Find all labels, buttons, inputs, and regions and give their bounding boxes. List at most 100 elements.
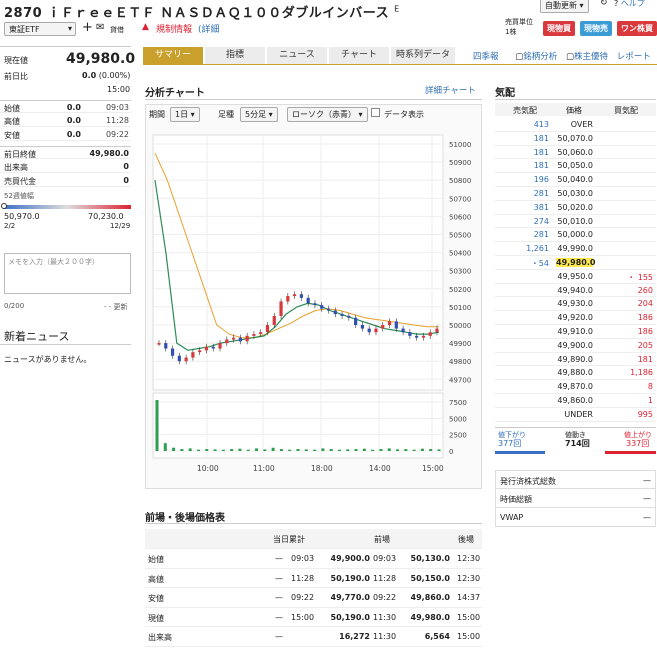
range-high-date: 12/29: [110, 222, 131, 230]
volume-bar: [155, 400, 159, 451]
time-tick-label: 15:00: [422, 464, 444, 473]
news-empty: ニュースがありません。: [4, 355, 92, 364]
stat-row: 時価総額 —: [495, 489, 656, 508]
quote-panel: 現在値 49,980.0 前日比 0.0 (0.00%) 15:00: [0, 46, 135, 94]
down-bar: [495, 451, 545, 454]
orderbook-divider: [495, 99, 656, 100]
volume-bar: [205, 449, 209, 451]
candle: [177, 355, 181, 362]
volume-bar: [279, 449, 283, 451]
volume-bar: [379, 449, 383, 451]
memo-input[interactable]: メモを入力（最大２００字）: [4, 253, 131, 294]
volume-bar: [163, 443, 167, 451]
price-tick-label: 50400: [449, 250, 471, 258]
chart-title: 分析チャート: [145, 88, 205, 99]
news-divider: [0, 344, 131, 345]
orderbook-row: 281 50,030.0: [495, 187, 656, 201]
tab-summary[interactable]: サマリー: [143, 47, 203, 64]
orderbook-row: 49,860.0 1: [495, 394, 656, 408]
market-select[interactable]: 東証ETF ▾: [4, 22, 76, 36]
price-table-row: 高値 —11:28 50,190.0 11:28 50,150.0 12:30: [145, 569, 482, 588]
tab-indicators[interactable]: 指標: [205, 47, 265, 64]
volume-bar: [230, 449, 234, 451]
orderbook-row: 49,880.0 1,186: [495, 366, 656, 381]
auto-update-select[interactable]: 自動更新 ▾: [540, 0, 589, 13]
range-label: 52週値幅: [4, 192, 34, 200]
orderbook-row: 181 50,050.0: [495, 159, 656, 174]
watch-label: 貸借: [110, 26, 124, 34]
tab-chart[interactable]: チャート: [329, 47, 389, 64]
candle: [387, 321, 392, 325]
candle: [360, 325, 365, 329]
benefit-link[interactable]: 株主優待: [574, 52, 608, 62]
add-icon[interactable]: +: [82, 20, 93, 35]
candle: [204, 346, 209, 351]
tab-timeseries[interactable]: 時系列データ: [391, 47, 455, 64]
screener-link[interactable]: 銘柄分析: [523, 52, 557, 62]
volume-bar: [221, 449, 225, 451]
spot-buy-button[interactable]: 現物買: [543, 21, 575, 36]
price-table-row: 現値 —15:00 50,190.0 11:30 49,980.0 15:00: [145, 608, 482, 627]
orderbook-row: 49,920.0 186: [495, 311, 656, 325]
one-click-buy-button[interactable]: ワン株買: [617, 21, 657, 36]
orderbook-row: 381 50,020.0: [495, 201, 656, 215]
candle: [184, 357, 188, 362]
period-label: 期間: [149, 110, 165, 119]
candle: [272, 315, 276, 325]
candle: [299, 294, 303, 298]
candle: [164, 343, 168, 349]
unit-value: 1株: [505, 28, 517, 36]
mail-icon[interactable]: ✉: [96, 22, 104, 33]
candle: [265, 325, 270, 333]
volume-tick-label: 0: [449, 448, 453, 456]
orderbook-row: UNDER 995: [495, 408, 656, 422]
candle: [225, 339, 229, 344]
stat-row: VWAP —: [495, 508, 656, 527]
volume-bar: [213, 449, 217, 451]
orderbook-row: 281 50,000.0: [495, 228, 656, 243]
chart-divider: [145, 99, 482, 100]
volume-bar: [371, 449, 375, 451]
candle: [157, 343, 161, 345]
candle: [245, 335, 249, 342]
spot-sell-button[interactable]: 現物売: [580, 21, 612, 36]
orderbook-row: 49,910.0 186: [495, 325, 656, 339]
price-table-divider: [145, 523, 482, 524]
memo-update[interactable]: - - 更新: [104, 302, 128, 312]
candle-select[interactable]: ローソク（赤青） ▾: [287, 107, 368, 122]
candle: [238, 337, 242, 342]
help-icon: ?: [614, 0, 619, 8]
orderbook-row: 49,870.0 8: [495, 380, 656, 394]
price-tick-label: 50600: [449, 213, 471, 221]
orderbook-row: 49,940.0 260: [495, 284, 656, 298]
detail-chart-link[interactable]: 詳細チャート: [425, 84, 476, 96]
change-time: 15:00: [107, 85, 131, 94]
regulation-detail-link[interactable]: (詳細: [198, 22, 220, 35]
orderbook-row: 49,900.0 205: [495, 339, 656, 353]
candle: [347, 315, 351, 318]
interval-label: 足種: [218, 110, 234, 119]
volume-bar: [337, 449, 341, 451]
stat-row: 発行済株式総数 —: [495, 470, 656, 489]
tab-news[interactable]: ニュース: [267, 47, 327, 64]
data-display-checkbox[interactable]: [371, 108, 380, 117]
quick-links: 四季報 ▢銘柄分析 ▢株主優待 レポート: [473, 50, 651, 62]
candle: [333, 310, 337, 315]
volume-bar: [362, 448, 366, 451]
price-table-row: 始値 —09:03 49,900.0 09:03 50,130.0 12:30: [145, 549, 482, 569]
report-link[interactable]: レポート: [617, 52, 651, 62]
orderbook-row: 181 50,070.0: [495, 132, 656, 146]
volume-bar: [188, 448, 192, 451]
candle: [313, 303, 317, 306]
change-pct: (0.00%): [98, 71, 131, 80]
change-value: 0.0: [82, 71, 97, 80]
refresh-icon[interactable]: ↻: [600, 0, 608, 8]
candle: [211, 346, 215, 349]
interval-select[interactable]: 5分足 ▾: [240, 107, 278, 122]
high-row: 高値 0.0 11:28: [0, 114, 131, 127]
quarterly-link[interactable]: 四季報: [473, 52, 499, 62]
price-tick-label: 51000: [449, 141, 471, 149]
period-select[interactable]: 1日 ▾: [170, 107, 200, 122]
help-link[interactable]: ? ヘルプ: [614, 0, 645, 9]
candle: [381, 325, 385, 329]
